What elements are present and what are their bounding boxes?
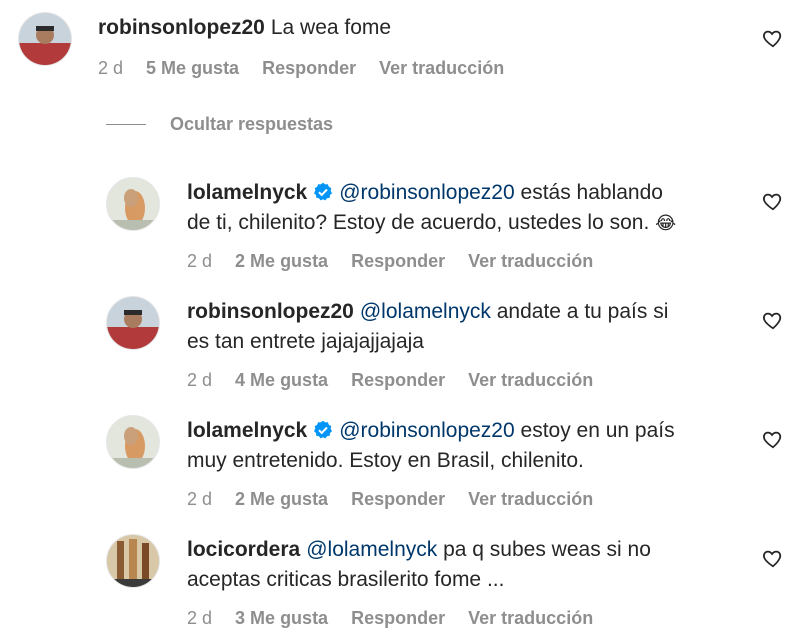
avatar-lolamelnyck[interactable]	[106, 415, 160, 469]
reply-text-continued: de ti, chilenito? Estoy de acuerdo, uste…	[187, 211, 650, 234]
reply-username[interactable]: lolamelnyck	[187, 419, 307, 442]
likes-count[interactable]: 4 Me gusta	[235, 370, 328, 390]
reply-time[interactable]: 2 d	[187, 489, 212, 509]
comment-username[interactable]: robinsonlopez20	[98, 16, 265, 39]
reply-text: estoy en un país	[520, 419, 675, 442]
translate-button[interactable]: Ver traducción	[379, 58, 504, 78]
likes-count[interactable]: 2 Me gusta	[235, 489, 328, 509]
translate-button[interactable]: Ver traducción	[468, 251, 593, 271]
reply-username[interactable]: robinsonlopez20	[187, 300, 354, 323]
like-heart-icon[interactable]	[762, 190, 784, 212]
reply-text: pa q subes weas si no	[443, 538, 651, 561]
like-heart-icon[interactable]	[762, 27, 784, 49]
reply-text-continued: aceptas criticas brasilerito fome ...	[187, 568, 505, 591]
like-heart-icon[interactable]	[762, 547, 784, 569]
translate-button[interactable]: Ver traducción	[468, 370, 593, 390]
reply-button[interactable]: Responder	[351, 489, 445, 509]
divider-line	[106, 124, 146, 125]
likes-count[interactable]: 5 Me gusta	[146, 58, 239, 78]
reply-time[interactable]: 2 d	[187, 370, 212, 390]
comment-time[interactable]: 2 d	[98, 58, 123, 78]
reply-username[interactable]: locicordera	[187, 538, 300, 561]
reply-button[interactable]: Responder	[262, 58, 356, 78]
reply-text-continued: muy entretenido. Estoy en Brasil, chilen…	[187, 449, 584, 472]
avatar-robinsonlopez20[interactable]	[106, 296, 160, 350]
reply-text-continued: es tan entrete jajajajjajaja	[187, 330, 424, 353]
reply-username[interactable]: lolamelnyck	[187, 181, 307, 204]
avatar-locicordera[interactable]	[106, 534, 160, 588]
like-heart-icon[interactable]	[762, 428, 784, 450]
reply-button[interactable]: Responder	[351, 251, 445, 271]
avatar-lolamelnyck[interactable]	[106, 177, 160, 231]
reply-text: estás hablando	[520, 181, 663, 204]
avatar-robinsonlopez20[interactable]	[18, 12, 72, 66]
mention-link[interactable]: @robinsonlopez20	[339, 181, 514, 204]
reply-time[interactable]: 2 d	[187, 251, 212, 271]
verified-badge-icon	[313, 420, 333, 440]
likes-count[interactable]: 2 Me gusta	[235, 251, 328, 271]
mention-link[interactable]: @lolamelnyck	[306, 538, 437, 561]
like-heart-icon[interactable]	[762, 309, 784, 331]
likes-count[interactable]: 3 Me gusta	[235, 608, 328, 628]
mention-link[interactable]: @lolamelnyck	[360, 300, 491, 323]
hide-replies-label[interactable]: Ocultar respuestas	[170, 114, 333, 135]
translate-button[interactable]: Ver traducción	[468, 608, 593, 628]
reply-time[interactable]: 2 d	[187, 608, 212, 628]
reply-button[interactable]: Responder	[351, 370, 445, 390]
comment-text: La wea fome	[270, 16, 392, 39]
hide-replies-button[interactable]: Ocultar respuestas	[106, 114, 333, 135]
reply-button[interactable]: Responder	[351, 608, 445, 628]
mention-link[interactable]: @robinsonlopez20	[339, 419, 514, 442]
translate-button[interactable]: Ver traducción	[468, 489, 593, 509]
verified-badge-icon	[313, 182, 333, 202]
laughing-emoji: 😂	[655, 213, 677, 233]
reply-text: andate a tu país si	[496, 300, 669, 323]
